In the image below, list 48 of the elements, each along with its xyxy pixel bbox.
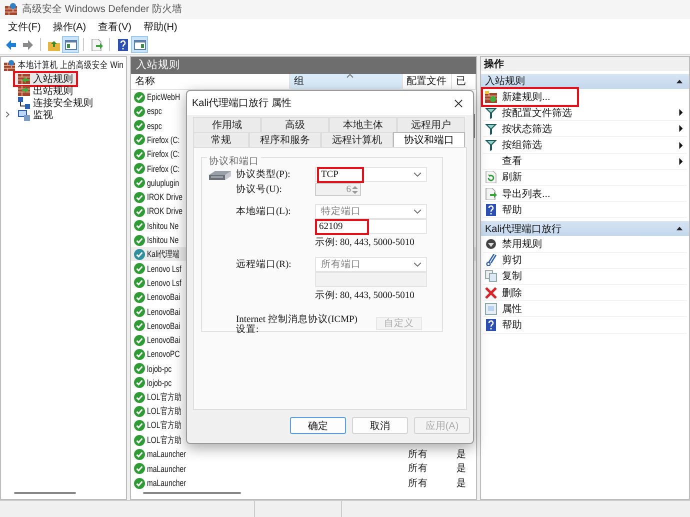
table-cell: LenovoBai bbox=[147, 292, 180, 302]
table-cell: maLauncher bbox=[147, 464, 186, 474]
table-cell: lojob-pc bbox=[147, 378, 172, 388]
table-cell: 是 bbox=[456, 462, 466, 476]
table-cell: LOL官方助 bbox=[147, 419, 182, 432]
table-cell: maLauncher bbox=[147, 449, 186, 460]
table-cell: espc bbox=[147, 106, 162, 116]
table-cell: LOL官方助 bbox=[147, 405, 182, 418]
field-label: 远程端口(R): bbox=[236, 258, 292, 271]
table-cell: 是 bbox=[456, 448, 466, 461]
table-cell: LenovoPC bbox=[147, 349, 180, 360]
table-cell: IROK Drive bbox=[147, 192, 182, 202]
table-cell: LenovoBai bbox=[147, 320, 180, 331]
field-label: 协议类型(P): bbox=[236, 168, 292, 181]
table-cell: Kali代理端 bbox=[147, 248, 180, 261]
dialog-title: Kali代理端口放行 属性 bbox=[192, 96, 292, 110]
table-cell: lojob-pc bbox=[147, 364, 172, 374]
table-cell: Firefox (C: bbox=[147, 149, 180, 160]
table-cell: 所有 bbox=[408, 476, 428, 490]
table-cell: EpicWebH bbox=[147, 92, 180, 102]
table-cell: LOL官方助 bbox=[147, 390, 182, 404]
table-cell: LenovoBai bbox=[147, 306, 180, 316]
table-cell: LOL官方助 bbox=[147, 434, 182, 447]
table-cell: Lenovo Lsf bbox=[147, 278, 182, 288]
table-cell: Firefox (C: bbox=[147, 164, 180, 174]
field-label: 本地端口(L): bbox=[236, 205, 292, 218]
pane-header: 入站规则 bbox=[131, 56, 476, 74]
table-cell: 是 bbox=[456, 476, 466, 490]
example-hint: 示例: 80, 443, 5000-5010 bbox=[315, 236, 416, 249]
example-hint: 示例: 80, 443, 5000-5010 bbox=[315, 290, 416, 302]
section-title: Kali代理端口放行 bbox=[485, 222, 562, 236]
pane-title: 操作 bbox=[481, 56, 689, 71]
table-cell: Ishitou Ne bbox=[147, 220, 179, 231]
table-cell: LenovoBai bbox=[147, 335, 180, 346]
group-title: 协议和端口 bbox=[207, 155, 261, 168]
section-title: 入站规则 bbox=[485, 74, 525, 88]
table-cell: Lenovo Lsf bbox=[147, 264, 182, 274]
field-label: 协议号(U): bbox=[236, 183, 283, 196]
window-title: 高级安全 Windows Defender 防火墙 bbox=[22, 2, 182, 16]
table-cell: IROK Drive bbox=[147, 206, 182, 216]
table-cell: 所有 bbox=[408, 448, 428, 461]
table-cell: espc bbox=[147, 120, 162, 131]
table-cell: Ishitou Ne bbox=[147, 235, 179, 246]
field-label: Internet 控制消息协议(ICMP)设置: bbox=[236, 316, 358, 335]
table-cell: Firefox (C: bbox=[147, 134, 180, 145]
table-cell: 所有 bbox=[408, 462, 428, 476]
table-cell: guluplugin bbox=[147, 178, 180, 188]
table-cell: maLauncher bbox=[147, 478, 186, 488]
